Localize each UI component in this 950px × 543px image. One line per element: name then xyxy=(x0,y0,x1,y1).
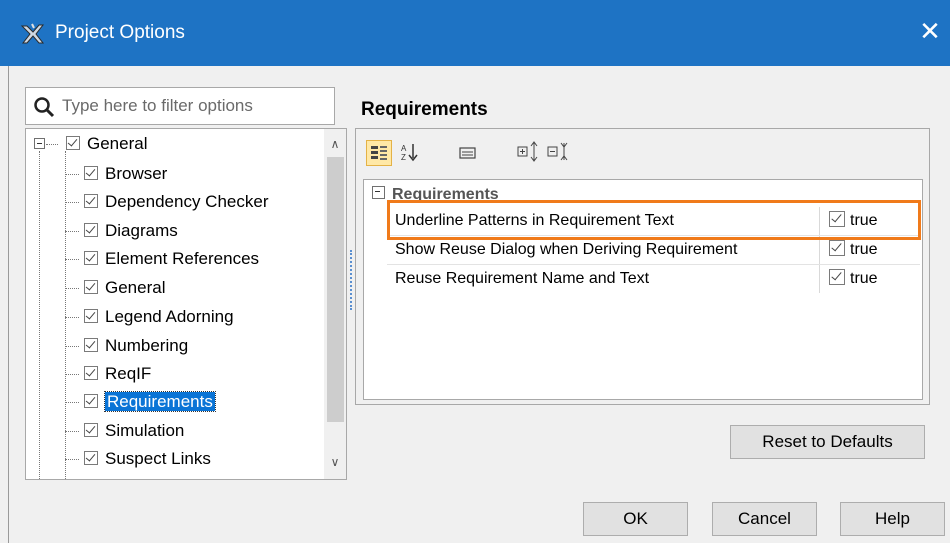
filter-options-input[interactable] xyxy=(62,92,327,120)
tree-item-label: Dependency Checker xyxy=(105,192,269,211)
collapse-group-icon[interactable] xyxy=(372,186,385,200)
filter-search-box[interactable] xyxy=(25,87,335,125)
tree-item-label: General xyxy=(87,134,148,153)
tree-item-label: Diagrams xyxy=(105,221,178,240)
tree-connector xyxy=(46,144,58,145)
expand-all-icon[interactable] xyxy=(516,140,542,166)
tree-item-general-root[interactable]: General xyxy=(66,131,147,157)
scrollbar-thumb[interactable] xyxy=(327,157,344,422)
checkbox-icon[interactable] xyxy=(84,308,98,323)
checkbox-icon[interactable] xyxy=(84,393,98,408)
properties-panel: A Z Requirements Underline Patterns in R… xyxy=(355,128,930,405)
checkbox-icon[interactable] xyxy=(84,193,98,208)
tree-item-label-selected: Requirements xyxy=(104,391,216,412)
property-value[interactable]: true xyxy=(829,236,878,264)
app-logo-icon xyxy=(20,23,45,44)
ok-button[interactable]: OK xyxy=(583,502,688,536)
collapse-general-icon[interactable] xyxy=(34,138,45,149)
property-value-text: true xyxy=(850,270,878,287)
tree-scrollbar[interactable]: ∧ ∨ xyxy=(324,129,346,479)
property-name: Show Reuse Dialog when Deriving Requirem… xyxy=(395,241,738,258)
tree-item-reqif[interactable]: ReqIF xyxy=(65,361,152,387)
search-icon xyxy=(34,97,55,118)
checkbox-icon[interactable] xyxy=(84,337,98,352)
reset-to-defaults-button[interactable]: Reset to Defaults xyxy=(730,425,925,459)
property-name: Reuse Requirement Name and Text xyxy=(395,270,650,287)
description-icon[interactable] xyxy=(456,140,482,166)
tree-item-label: Simulation xyxy=(105,421,185,440)
page-title: Requirements xyxy=(361,99,488,120)
checkbox-icon[interactable] xyxy=(84,250,98,265)
collapse-all-icon[interactable] xyxy=(546,140,572,166)
checkbox-icon[interactable] xyxy=(84,279,98,294)
tree-item-label: Browser xyxy=(105,164,168,183)
tree-item-numbering[interactable]: Numbering xyxy=(65,333,189,359)
property-row-reuse-name-text[interactable]: Reuse Requirement Name and Text true xyxy=(387,265,920,293)
tree-connector xyxy=(39,151,40,479)
tree-item-suspect-links[interactable]: Suspect Links xyxy=(65,446,211,472)
checkbox-icon[interactable] xyxy=(829,239,845,256)
tree-item-label: Suspect Links xyxy=(105,449,211,468)
checkbox-icon[interactable] xyxy=(84,365,98,380)
tree-item-label: General xyxy=(105,278,166,297)
tree-item-diagrams[interactable]: Diagrams xyxy=(65,218,178,244)
help-button[interactable]: Help xyxy=(840,502,945,536)
tree-item-label: Numbering xyxy=(105,336,189,355)
checkbox-icon[interactable] xyxy=(84,422,98,437)
title-bar: Project Options ✕ xyxy=(0,0,950,66)
property-row-show-reuse-dialog[interactable]: Show Reuse Dialog when Deriving Requirem… xyxy=(387,236,920,265)
checkbox-icon[interactable] xyxy=(84,165,98,180)
svg-text:Z: Z xyxy=(401,153,406,162)
checkbox-icon[interactable] xyxy=(829,268,845,285)
property-value[interactable]: true xyxy=(829,265,878,293)
tree-item-label: Legend Adorning xyxy=(105,307,234,326)
tree-item-browser[interactable]: Browser xyxy=(65,161,168,187)
tree-item-label: ReqIF xyxy=(105,364,152,383)
cancel-button[interactable]: Cancel xyxy=(712,502,817,536)
tree-item-requirements[interactable]: Requirements xyxy=(65,389,216,415)
scroll-up-icon[interactable]: ∧ xyxy=(324,133,346,155)
window-title: Project Options xyxy=(55,22,185,43)
tree-item-label: Element References xyxy=(105,249,260,268)
sort-alphabetically-icon[interactable]: A Z xyxy=(398,140,424,166)
tree-item-element-references[interactable]: Element References xyxy=(65,246,260,272)
tree-item-general[interactable]: General xyxy=(65,275,166,301)
property-value-text: true xyxy=(850,241,878,258)
tree-item-dependency-checker[interactable]: Dependency Checker xyxy=(65,189,269,215)
checkbox-icon[interactable] xyxy=(66,135,80,150)
checkbox-icon[interactable] xyxy=(84,450,98,465)
scroll-down-icon[interactable]: ∨ xyxy=(324,451,346,473)
categorized-view-icon[interactable] xyxy=(366,140,392,166)
checkbox-icon[interactable] xyxy=(84,222,98,237)
tree-item-legend-adorning[interactable]: Legend Adorning xyxy=(65,304,234,330)
options-tree[interactable]: General Browser Dependency Checker Diagr… xyxy=(25,128,347,480)
svg-text:A: A xyxy=(401,144,407,153)
highlight-callout xyxy=(387,200,921,240)
close-icon[interactable]: ✕ xyxy=(910,10,950,52)
tree-item-simulation[interactable]: Simulation xyxy=(65,418,185,444)
